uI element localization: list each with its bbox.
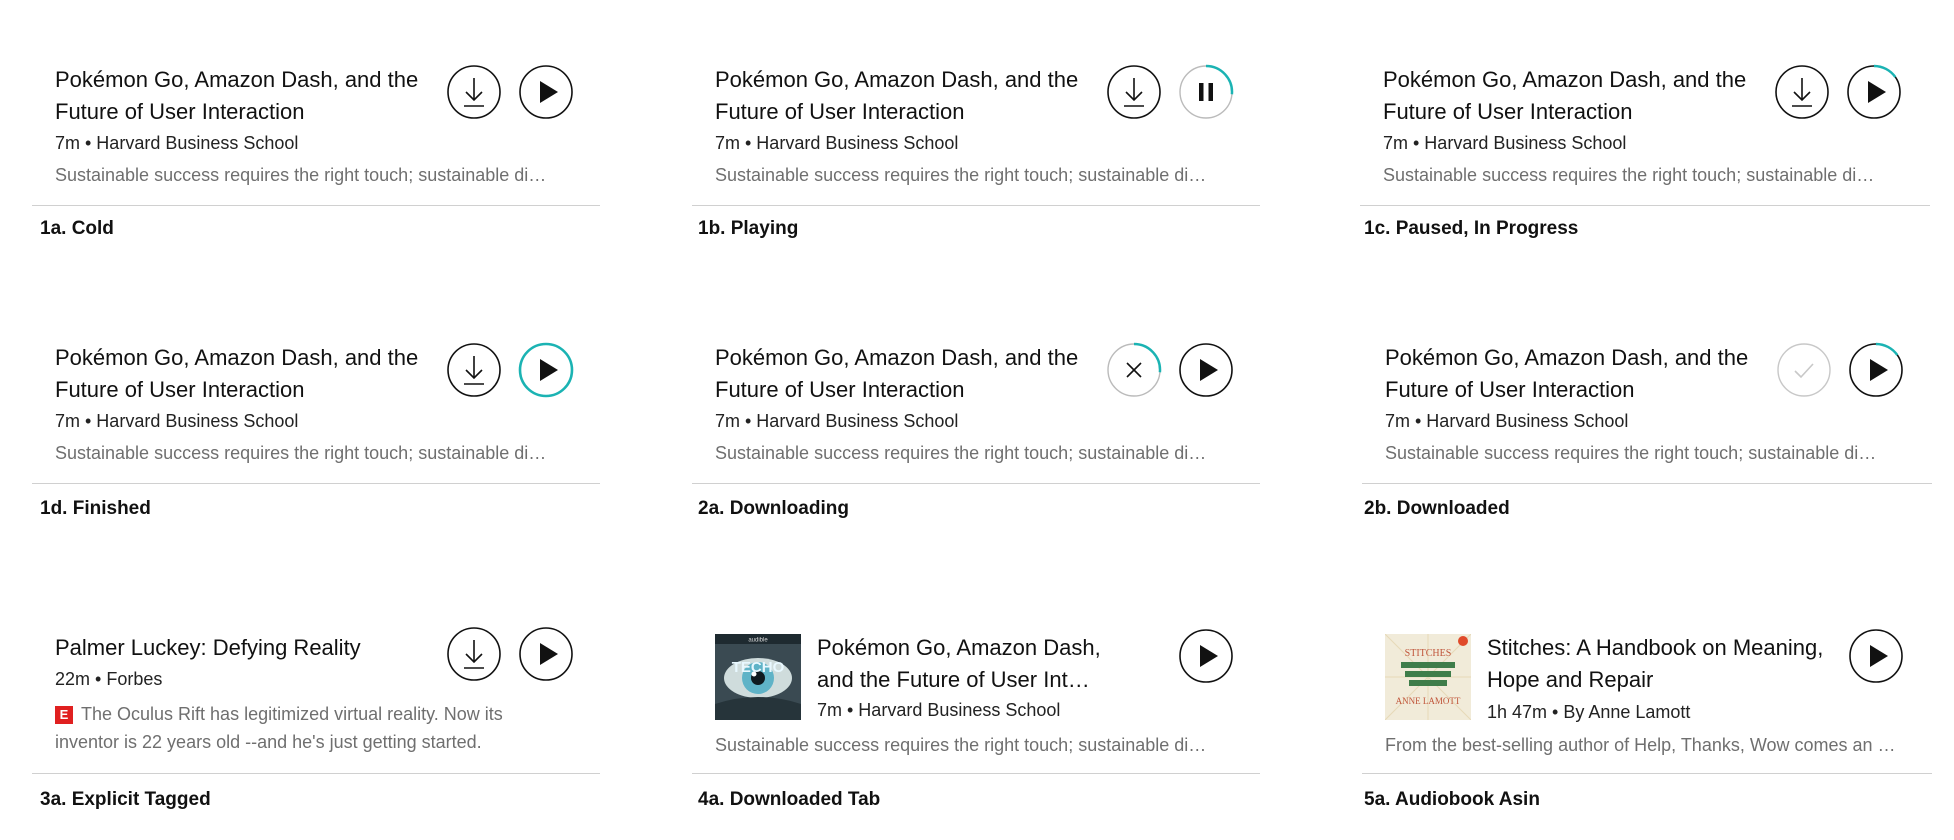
card-1d: Pokémon Go, Amazon Dash, and the Future … bbox=[32, 318, 600, 528]
episode-row[interactable]: STITCHES ANNE LAMOTT Stitches: A Handboo… bbox=[1362, 608, 1932, 774]
audiobook-title: Stitches: A Handbook on Meaning, Hope an… bbox=[1487, 635, 1824, 692]
download-icon bbox=[447, 65, 501, 119]
state-caption: 1d. Finished bbox=[40, 498, 151, 519]
description-text: The Oculus Rift has legitimized virtual … bbox=[55, 704, 503, 752]
episode-meta: 7m • Harvard Business School bbox=[715, 133, 959, 153]
play-button[interactable] bbox=[518, 626, 574, 682]
audiobook-cover: STITCHES ANNE LAMOTT bbox=[1385, 634, 1471, 720]
audiobook-meta: 1h 47m • By Anne Lamott bbox=[1487, 702, 1691, 722]
episode-row[interactable]: Pokémon Go, Amazon Dash, and the Future … bbox=[32, 318, 600, 484]
state-caption: 1c. Paused, In Progress bbox=[1364, 218, 1579, 239]
play-icon bbox=[1179, 343, 1233, 397]
audiobook-description: From the best-selling author of Help, Th… bbox=[1385, 735, 1896, 755]
episode-row[interactable]: Pokémon Go, Amazon Dash, and the Future … bbox=[1362, 318, 1932, 484]
episode-description: Sustainable success requires the right t… bbox=[55, 443, 547, 463]
play-button[interactable] bbox=[518, 342, 574, 398]
episode-row[interactable]: Pokémon Go, Amazon Dash, and the Future … bbox=[692, 40, 1260, 206]
episode-meta: 22m • Forbes bbox=[55, 669, 163, 689]
artwork-title: TECHO bbox=[732, 659, 785, 676]
download-button[interactable] bbox=[446, 64, 502, 120]
play-icon bbox=[1849, 342, 1903, 397]
download-button[interactable] bbox=[1106, 64, 1162, 120]
episode-title: Palmer Luckey: Defying Reality bbox=[55, 635, 361, 660]
play-button[interactable] bbox=[1178, 342, 1234, 398]
play-icon bbox=[519, 65, 573, 119]
cover-title: STITCHES bbox=[1405, 648, 1452, 659]
episode-title: Pokémon Go, Amazon Dash, and the Future … bbox=[55, 345, 419, 402]
download-button[interactable] bbox=[1774, 64, 1830, 120]
play-button[interactable] bbox=[1848, 342, 1904, 398]
download-button[interactable] bbox=[446, 626, 502, 682]
card-5a: STITCHES ANNE LAMOTT Stitches: A Handboo… bbox=[1362, 608, 1932, 818]
card-3a: Palmer Luckey: Defying Reality 22m • For… bbox=[32, 608, 600, 818]
episode-title: Pokémon Go, Amazon Dash, and the Future … bbox=[817, 635, 1101, 692]
pause-button[interactable] bbox=[1178, 64, 1234, 120]
episode-description: Sustainable success requires the right t… bbox=[715, 735, 1207, 755]
state-caption: 5a. Audiobook Asin bbox=[1364, 789, 1540, 810]
state-caption: 1a. Cold bbox=[40, 218, 114, 239]
episode-row[interactable]: Palmer Luckey: Defying Reality 22m • For… bbox=[32, 608, 600, 774]
state-caption: 2a. Downloading bbox=[698, 498, 849, 519]
cover-author: ANNE LAMOTT bbox=[1396, 696, 1461, 706]
card-4a: audible TECHO Pokémon Go, Amazon Dash, a… bbox=[692, 608, 1260, 818]
episode-title: Pokémon Go, Amazon Dash, and the Future … bbox=[1385, 345, 1749, 402]
card-2a: Pokémon Go, Amazon Dash, and the Future … bbox=[692, 318, 1260, 528]
card-1a: Pokémon Go, Amazon Dash, and the Future … bbox=[32, 40, 600, 250]
download-icon bbox=[1107, 65, 1161, 119]
episode-meta: 7m • Harvard Business School bbox=[55, 411, 299, 431]
artwork-label: audible bbox=[748, 638, 768, 644]
episode-title: Pokémon Go, Amazon Dash, and the Future … bbox=[1383, 67, 1747, 124]
card-2b: Pokémon Go, Amazon Dash, and the Future … bbox=[1362, 318, 1932, 528]
play-button[interactable] bbox=[1848, 628, 1904, 684]
play-button[interactable] bbox=[1178, 628, 1234, 684]
episode-row[interactable]: Pokémon Go, Amazon Dash, and the Future … bbox=[32, 40, 600, 206]
state-caption: 1b. Playing bbox=[698, 218, 799, 239]
state-caption: 4a. Downloaded Tab bbox=[698, 789, 881, 810]
episode-meta: 7m • Harvard Business School bbox=[1385, 411, 1629, 431]
play-icon bbox=[518, 342, 574, 398]
episode-title: Pokémon Go, Amazon Dash, and the Future … bbox=[55, 67, 419, 124]
play-icon bbox=[1179, 629, 1233, 683]
download-button[interactable] bbox=[446, 342, 502, 398]
episode-title: Pokémon Go, Amazon Dash, and the Future … bbox=[715, 67, 1079, 124]
play-button[interactable] bbox=[1846, 64, 1902, 120]
episode-description: E The Oculus Rift has legitimized virtual… bbox=[55, 700, 555, 756]
check-icon bbox=[1777, 343, 1831, 397]
episode-description: Sustainable success requires the right t… bbox=[715, 443, 1207, 463]
state-caption: 2b. Downloaded bbox=[1364, 498, 1510, 519]
episode-description: Sustainable success requires the right t… bbox=[1385, 443, 1877, 463]
play-button[interactable] bbox=[518, 64, 574, 120]
episode-meta: 7m • Harvard Business School bbox=[817, 700, 1061, 720]
download-icon bbox=[447, 343, 501, 397]
card-1b: Pokémon Go, Amazon Dash, and the Future … bbox=[692, 40, 1260, 250]
play-icon bbox=[1849, 629, 1903, 683]
episode-row[interactable]: Pokémon Go, Amazon Dash, and the Future … bbox=[692, 318, 1260, 484]
episode-description: Sustainable success requires the right t… bbox=[1383, 165, 1875, 185]
episode-row[interactable]: audible TECHO Pokémon Go, Amazon Dash, a… bbox=[692, 608, 1260, 774]
explicit-badge: E bbox=[55, 706, 73, 724]
state-caption: 3a. Explicit Tagged bbox=[40, 789, 211, 810]
podcast-artwork: audible TECHO bbox=[715, 634, 801, 720]
episode-description: Sustainable success requires the right t… bbox=[715, 165, 1207, 185]
download-icon bbox=[447, 627, 501, 681]
episode-meta: 7m • Harvard Business School bbox=[1383, 133, 1627, 153]
cancel-download-button[interactable] bbox=[1106, 342, 1162, 398]
pause-icon bbox=[1179, 64, 1234, 119]
episode-description: Sustainable success requires the right t… bbox=[55, 165, 547, 185]
episode-row[interactable]: Pokémon Go, Amazon Dash, and the Future … bbox=[1360, 40, 1930, 206]
episode-title: Pokémon Go, Amazon Dash, and the Future … bbox=[715, 345, 1079, 402]
episode-meta: 7m • Harvard Business School bbox=[715, 411, 959, 431]
download-icon bbox=[1775, 65, 1829, 119]
close-icon bbox=[1107, 342, 1162, 397]
card-1c: Pokémon Go, Amazon Dash, and the Future … bbox=[1360, 40, 1930, 250]
play-icon bbox=[519, 627, 573, 681]
downloaded-indicator bbox=[1776, 342, 1832, 398]
episode-meta: 7m • Harvard Business School bbox=[55, 133, 299, 153]
play-icon bbox=[1847, 64, 1901, 119]
